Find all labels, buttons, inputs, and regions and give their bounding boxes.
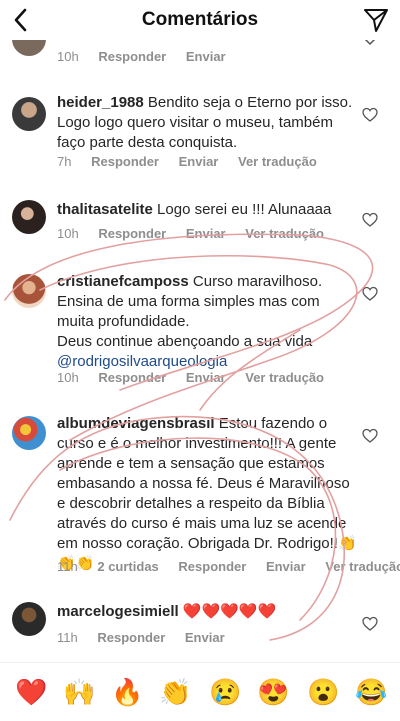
comment-meta: 11h Responder Enviar — [57, 630, 241, 645]
comment-time: 7h — [57, 154, 72, 169]
avatar[interactable] — [12, 200, 46, 234]
header-bar: Comentários — [0, 0, 400, 40]
avatar[interactable] — [12, 97, 46, 131]
comment-time: 10h — [57, 226, 79, 241]
comment-username[interactable]: heider_1988 — [57, 94, 144, 111]
heart-outline-icon[interactable] — [362, 212, 378, 228]
comment-list: 10h Responder Enviar heider_1988 Bendito… — [0, 40, 400, 662]
page-title: Comentários — [141, 9, 259, 30]
comment-text: marcelogesimiell ❤️❤️❤️❤️❤️ — [57, 602, 357, 622]
send-button[interactable]: Enviar — [185, 630, 225, 645]
comment-meta: 10h Responder Enviar Ver tradução — [57, 226, 340, 241]
chevron-down-icon[interactable] — [362, 40, 378, 50]
translate-button[interactable]: Ver tradução — [325, 559, 400, 574]
comment-username[interactable]: albumdeviagensbrasil — [57, 415, 215, 432]
send-button[interactable]: Enviar — [266, 559, 306, 574]
comment-text: albumdeviagensbrasil Estou fazendo o cur… — [57, 414, 357, 574]
comment-username[interactable]: cristianefcamposs — [57, 273, 189, 290]
comment-username[interactable]: thalitasatelite — [57, 201, 153, 218]
surprised-face-emoji[interactable]: 😮 — [307, 677, 339, 707]
comment-username[interactable]: marcelogesimiell — [57, 603, 179, 620]
paper-plane-icon[interactable] — [362, 6, 390, 34]
comment-time: 10h — [57, 370, 79, 385]
reply-button[interactable]: Responder — [178, 559, 246, 574]
reply-button[interactable]: Responder — [98, 226, 166, 241]
raising-hands-emoji[interactable]: 🙌 — [63, 677, 95, 707]
translate-button[interactable]: Ver tradução — [245, 370, 324, 385]
comment-text: heider_1988 Bendito seja o Eterno por is… — [57, 93, 357, 153]
tears-of-joy-emoji[interactable]: 😂 — [355, 677, 387, 707]
comment-text: thalitasatelite Logo serei eu !!! Alunaa… — [57, 200, 357, 220]
crying-face-emoji[interactable]: 😢 — [209, 677, 241, 707]
clapping-hands-emoji[interactable]: 👏 — [159, 677, 191, 707]
comment-body: Estou fazendo o curso e é o melhor inves… — [57, 415, 357, 572]
comment-meta: 10h Responder Enviar Ver tradução — [57, 370, 340, 385]
comment-meta: 7h Responder Enviar Ver tradução — [57, 154, 333, 169]
translate-button[interactable]: Ver tradução — [238, 154, 317, 169]
avatar[interactable] — [12, 274, 46, 308]
comment-time: 11h — [57, 559, 78, 574]
comment-time: 10h — [57, 49, 79, 64]
comment-meta: 10h Responder Enviar — [57, 49, 242, 64]
avatar[interactable] — [12, 416, 46, 450]
comment-body: ❤️❤️❤️❤️❤️ — [182, 603, 277, 620]
fire-emoji[interactable]: 🔥 — [111, 677, 143, 707]
heart-outline-icon[interactable] — [362, 107, 378, 123]
comment-body: Logo serei eu !!! Alunaaaa — [157, 201, 332, 218]
heart-outline-icon[interactable] — [362, 286, 378, 302]
reply-button[interactable]: Responder — [98, 49, 166, 64]
mention-link[interactable]: @rodrigosilvaarqueologia — [57, 353, 227, 370]
comment-meta: 11h 2 curtidas Responder Enviar Ver trad… — [57, 559, 400, 574]
heart-outline-icon[interactable] — [362, 428, 378, 444]
comment-text: cristianefcamposs Curso maravilhoso. Ens… — [57, 272, 357, 372]
likes-count[interactable]: 2 curtidas — [97, 559, 158, 574]
reply-button[interactable]: Responder — [91, 154, 159, 169]
send-button[interactable]: Enviar — [186, 370, 226, 385]
send-button[interactable]: Enviar — [186, 226, 226, 241]
send-button[interactable]: Enviar — [179, 154, 219, 169]
comment-time: 11h — [57, 630, 78, 645]
red-heart-emoji[interactable]: ❤️ — [15, 677, 47, 707]
translate-button[interactable]: Ver tradução — [245, 226, 324, 241]
avatar[interactable] — [12, 40, 46, 56]
reply-button[interactable]: Responder — [98, 370, 166, 385]
comment-body-line2: Deus continue abençoando a sua vida — [57, 333, 313, 350]
send-button[interactable]: Enviar — [186, 49, 226, 64]
reply-button[interactable]: Responder — [97, 630, 165, 645]
heart-outline-icon[interactable] — [362, 616, 378, 632]
heart-eyes-emoji[interactable]: 😍 — [257, 677, 289, 707]
emoji-reaction-bar: ❤️ 🙌 🔥 👏 😢 😍 😮 😂 — [0, 662, 400, 721]
avatar[interactable] — [12, 602, 46, 636]
